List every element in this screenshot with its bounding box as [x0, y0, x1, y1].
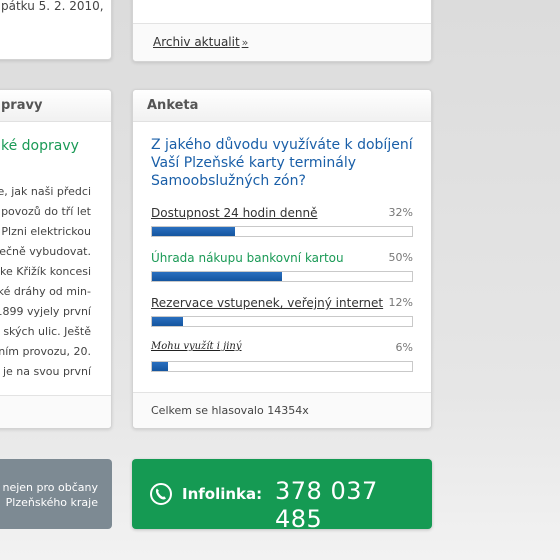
- poll-option-label[interactable]: Mohu využít i jiný: [151, 341, 242, 352]
- history-text-line: 1899 vyjely první: [0, 305, 91, 318]
- poll-card-footer: Celkem se hlasovalo 14354x: [133, 392, 431, 428]
- history-text-line: je na svou první: [2, 365, 91, 378]
- history-text-line: ké dráhy od min-: [0, 285, 91, 298]
- poll-question: Z jakého důvodu využíváte k dobíjení Vaš…: [151, 137, 413, 189]
- poll-option-percent: 50%: [388, 251, 413, 264]
- news-date-text: pátku 5. 2. 2010,: [1, 0, 104, 13]
- news-card-left: pátku 5. 2. 2010,: [0, 0, 112, 60]
- poll-option-label[interactable]: Úhrada nákupu bankovní kartou: [151, 251, 344, 265]
- chevron-right-icon: »: [241, 36, 249, 49]
- poll-option[interactable]: Úhrada nákupu bankovní kartou 50%: [151, 251, 413, 291]
- poll-option-percent: 12%: [388, 296, 413, 309]
- region-banner-line: i nejen pro občany: [0, 481, 98, 494]
- region-banner[interactable]: i nejen pro občany Plzeňského kraje: [0, 459, 112, 529]
- poll-total-votes: Celkem se hlasovalo 14354x: [151, 404, 309, 417]
- history-article-title[interactable]: ké dopravy: [1, 138, 79, 154]
- phone-icon: [150, 483, 172, 505]
- archive-link[interactable]: Archiv aktualit»: [153, 35, 248, 49]
- poll-card-title: Anketa: [147, 98, 199, 113]
- history-text-line: Plzni elektrickou: [1, 225, 91, 238]
- poll-option-label[interactable]: Rezervace vstupenek, veřejný internet: [151, 296, 383, 310]
- poll-result-fill: [152, 362, 168, 371]
- poll-result-bar: [151, 361, 413, 372]
- archive-link-label[interactable]: Archiv aktualit: [153, 35, 240, 49]
- poll-option-percent: 6%: [395, 341, 413, 354]
- poll-option[interactable]: Dostupnost 24 hodin denně 32%: [151, 206, 413, 246]
- poll-result-fill: [152, 317, 184, 326]
- infoline-number[interactable]: 378 037 485: [275, 477, 432, 533]
- history-text-line: ských ulic. Ještě: [3, 325, 91, 338]
- region-banner-line: Plzeňského kraje: [5, 496, 98, 509]
- poll-result-bar: [151, 226, 413, 237]
- poll-card: Anketa Z jakého důvodu využíváte k dobíj…: [132, 89, 432, 429]
- poll-result-bar: [151, 271, 413, 282]
- infoline-banner[interactable]: Infolinka: 378 037 485: [132, 459, 432, 533]
- news-card: Archiv aktualit»: [132, 0, 432, 62]
- history-text-line: ením provozu, 20.: [0, 345, 91, 358]
- history-text-line: ke Křižík koncesi: [0, 265, 91, 278]
- history-text-line: utečně vybudovat.: [0, 245, 91, 258]
- history-text-line: povozů do tří let: [1, 205, 91, 218]
- history-card-title: pravy: [1, 98, 43, 113]
- poll-result-fill: [152, 227, 236, 236]
- history-text-line: je, jak naši předci: [0, 185, 91, 198]
- history-card: pravy ké dopravy je, jak naši předci pov…: [0, 89, 112, 429]
- poll-option-label[interactable]: Dostupnost 24 hodin denně: [151, 206, 317, 220]
- poll-option[interactable]: Rezervace vstupenek, veřejný internet 12…: [151, 296, 413, 336]
- poll-option-percent: 32%: [388, 206, 413, 219]
- poll-result-bar: [151, 316, 413, 327]
- history-card-footer: [0, 395, 111, 428]
- infoline-label: Infolinka:: [182, 485, 263, 503]
- poll-result-fill: [152, 272, 282, 281]
- history-article-text: je, jak naši předci povozů do tří let Pl…: [0, 182, 91, 382]
- poll-option[interactable]: Mohu využít i jiný 6%: [151, 341, 413, 381]
- news-card-footer: Archiv aktualit»: [133, 23, 431, 61]
